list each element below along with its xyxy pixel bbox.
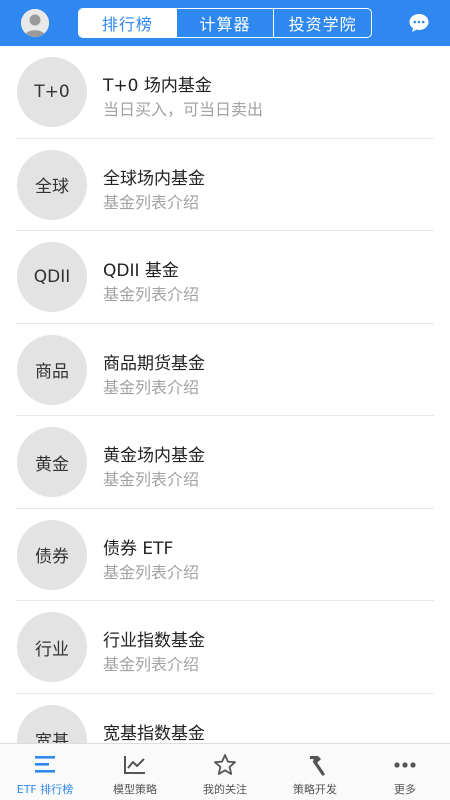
line-chart-icon [122,753,148,777]
nav-label: 模型策略 [113,783,157,796]
item-title: 行业指数基金 [103,631,205,651]
item-title: 全球场内基金 [103,168,205,189]
nav-label: 策略开发 [293,783,337,796]
item-subtitle: 当日买入，可当日卖出 [103,100,264,119]
list-item-qdii[interactable]: QDII QDII 基金 基金列表介绍 [0,231,450,324]
hammer-icon [302,753,328,777]
category-badge: 商品 [17,334,87,405]
item-title: 黄金场内基金 [103,446,205,466]
more-dots-icon [392,753,418,777]
list-item-industry[interactable]: 行业 行业指数基金 基金列表介绍 [0,601,450,694]
item-title: 商品期货基金 [103,353,205,374]
ranking-bars-icon [32,753,58,777]
tab-ranking[interactable]: 排行榜 [79,9,176,37]
item-subtitle: 基金列表介绍 [103,470,200,489]
list-item-commodity[interactable]: 商品 商品期货基金 基金列表介绍 [0,324,450,416]
nav-strategy-dev[interactable]: 策略开发 [270,744,360,800]
nav-label: 更多 [394,783,416,796]
star-icon [212,753,238,777]
app-root: 排行榜 计算器 投资学院 T+0 T+0 场内基金 当日买入，可当日卖出 全球 … [0,0,450,800]
list-item-gold[interactable]: 黄金 黄金场内基金 基金列表介绍 [0,416,450,509]
list-item-t0[interactable]: T+0 T+0 场内基金 当日买入，可当日卖出 [0,46,450,139]
tab-investment-academy[interactable]: 投资学院 [273,9,371,37]
item-title: 宽基指数基金 [103,723,205,744]
top-header: 排行榜 计算器 投资学院 [0,0,450,46]
category-badge: T+0 [17,57,87,127]
tab-calculator[interactable]: 计算器 [175,9,274,37]
category-badge: QDII [17,242,87,312]
list-item-broad-base[interactable]: 宽基 宽基指数基金 [0,694,450,744]
category-badge: 宽基 [17,704,87,743]
item-subtitle: 基金列表介绍 [103,655,200,674]
category-badge: 行业 [17,612,87,682]
category-badge: 全球 [17,149,87,220]
chat-bubble-icon[interactable] [408,12,430,34]
nav-my-watchlist[interactable]: 我的关注 [180,744,270,800]
category-badge: 债券 [17,519,87,590]
user-avatar-icon[interactable] [21,9,49,37]
header-tab-group: 排行榜 计算器 投资学院 [78,8,372,38]
list-item-bond[interactable]: 债券 债券 ETF 基金列表介绍 [0,509,450,601]
item-subtitle: 基金列表介绍 [103,562,200,582]
item-title: 债券 ETF [103,538,174,559]
category-badge: 黄金 [17,427,87,497]
list-item-global[interactable]: 全球 全球场内基金 基金列表介绍 [0,139,450,231]
nav-label: 我的关注 [203,783,247,796]
item-title: T+0 场内基金 [103,76,212,96]
item-subtitle: 基金列表介绍 [103,377,200,397]
bottom-tab-bar: ETF 排行榜 模型策略 我的关注 策略开发 更多 [0,743,450,800]
nav-more[interactable]: 更多 [360,744,450,800]
item-subtitle: 基金列表介绍 [103,285,200,304]
item-subtitle: 基金列表介绍 [103,192,200,212]
nav-model-strategy[interactable]: 模型策略 [90,744,180,800]
nav-label: ETF 排行榜 [16,783,74,796]
item-title: QDII 基金 [103,261,179,281]
nav-etf-ranking[interactable]: ETF 排行榜 [0,744,90,800]
fund-category-list: T+0 T+0 场内基金 当日买入，可当日卖出 全球 全球场内基金 基金列表介绍… [0,46,450,743]
